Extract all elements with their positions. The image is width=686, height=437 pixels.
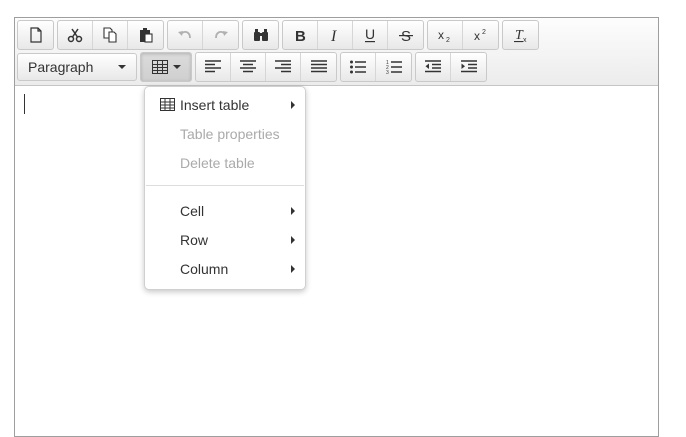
svg-text:x: x (438, 28, 444, 42)
table-dropdown-menu: Insert table Table properties Delete tab… (144, 86, 306, 290)
italic-icon: I (330, 28, 337, 43)
cut-icon (67, 28, 83, 43)
bullet-list-icon (350, 60, 366, 74)
menu-item-label: Row (180, 231, 209, 248)
outdent-icon (425, 60, 441, 73)
clear-formatting-icon: Tx (513, 28, 527, 43)
subscript-icon: x2 (438, 28, 450, 43)
strikethrough-button[interactable]: S (388, 21, 423, 49)
clear-format-group: Tx (502, 20, 539, 50)
menu-item-label: Column (180, 260, 229, 277)
table-group (140, 52, 192, 82)
subscript-button[interactable]: x2 (428, 21, 463, 49)
script-group: x2 x2 (427, 20, 499, 50)
indent-button[interactable] (451, 53, 486, 81)
menu-item-column[interactable]: Column (145, 254, 305, 283)
svg-text:3: 3 (386, 70, 389, 74)
redo-button[interactable] (203, 21, 238, 49)
rich-text-editor: B I U S x2 x2 T x Paragraph 1 2 3 (14, 17, 659, 437)
table-icon (151, 60, 168, 74)
justify-icon (310, 60, 327, 73)
find-icon (253, 29, 268, 41)
menu-item-label: Delete table (180, 154, 255, 171)
chevron-right-icon (291, 101, 295, 109)
text-cursor (24, 94, 25, 114)
menu-item-row[interactable]: Row (145, 225, 305, 254)
svg-text:x: x (474, 29, 480, 43)
bullet-list-button[interactable] (341, 53, 376, 81)
find-button[interactable] (243, 21, 278, 49)
svg-text:U: U (365, 27, 375, 42)
svg-text:I: I (330, 28, 337, 43)
align-center-icon (240, 60, 256, 73)
new-document-icon (29, 27, 42, 43)
bold-icon: B (295, 28, 306, 43)
menu-item-label: Table properties (180, 125, 280, 142)
menu-separator (146, 185, 304, 186)
redo-icon (214, 31, 228, 39)
chevron-right-icon (291, 265, 295, 273)
toolbar-row-1: B I U S x2 x2 T x (17, 20, 542, 50)
undo-button[interactable] (168, 21, 203, 49)
menu-item-label: Insert table (180, 96, 250, 113)
svg-text:2: 2 (446, 37, 450, 43)
chevron-down-icon (118, 65, 126, 69)
chevron-down-icon (172, 65, 181, 69)
menu-item-table-properties: Table properties (145, 119, 305, 148)
justify-button[interactable] (301, 53, 336, 81)
search-group (242, 20, 279, 50)
align-right-button[interactable] (266, 53, 301, 81)
undo-icon (178, 31, 191, 39)
table-icon (160, 98, 175, 111)
superscript-button[interactable]: x2 (463, 21, 498, 49)
numbered-list-icon: 123 (386, 60, 402, 74)
format-select-value: Paragraph (28, 59, 94, 75)
chevron-right-icon (291, 236, 295, 244)
indent-group (415, 52, 487, 82)
toolbar-row-2: Paragraph 1 2 3 (17, 52, 490, 82)
alignment-group (195, 52, 337, 82)
svg-text:2: 2 (482, 29, 486, 36)
underline-button[interactable]: U (353, 21, 388, 49)
align-left-icon (205, 60, 221, 73)
menu-item-label: Cell (180, 202, 205, 219)
format-select[interactable]: Paragraph (17, 53, 137, 81)
editor-content-area[interactable] (15, 86, 658, 436)
clear-formatting-button[interactable]: Tx (503, 21, 538, 49)
paste-icon (139, 28, 153, 43)
editor-toolbar: B I U S x2 x2 T x Paragraph 1 2 3 (15, 18, 658, 86)
paste-button[interactable] (128, 21, 163, 49)
indent-icon (460, 60, 477, 73)
outdent-button[interactable] (416, 53, 451, 81)
bold-button[interactable]: B (283, 21, 318, 49)
table-button[interactable] (141, 53, 191, 81)
copy-icon (103, 27, 117, 43)
strikethrough-icon: S (398, 28, 413, 43)
menu-item-cell[interactable]: Cell (145, 196, 305, 225)
svg-text:x: x (523, 37, 527, 43)
copy-button[interactable] (93, 21, 128, 49)
cut-button[interactable] (58, 21, 93, 49)
align-left-button[interactable] (196, 53, 231, 81)
file-group (17, 20, 54, 50)
list-group: 123 (340, 52, 412, 82)
chevron-right-icon (291, 207, 295, 215)
italic-button[interactable]: I (318, 21, 353, 49)
history-group (167, 20, 239, 50)
numbered-list-button[interactable]: 123 (376, 53, 411, 81)
menu-item-insert-table[interactable]: Insert table (145, 90, 305, 119)
new-document-button[interactable] (18, 21, 53, 49)
svg-text:B: B (295, 28, 306, 43)
align-right-icon (275, 60, 291, 73)
superscript-icon: x2 (474, 29, 486, 43)
align-center-button[interactable] (231, 53, 266, 81)
clipboard-group (57, 20, 164, 50)
menu-item-delete-table: Delete table (145, 148, 305, 177)
underline-icon: U (365, 27, 375, 43)
text-style-group: B I U S (282, 20, 424, 50)
